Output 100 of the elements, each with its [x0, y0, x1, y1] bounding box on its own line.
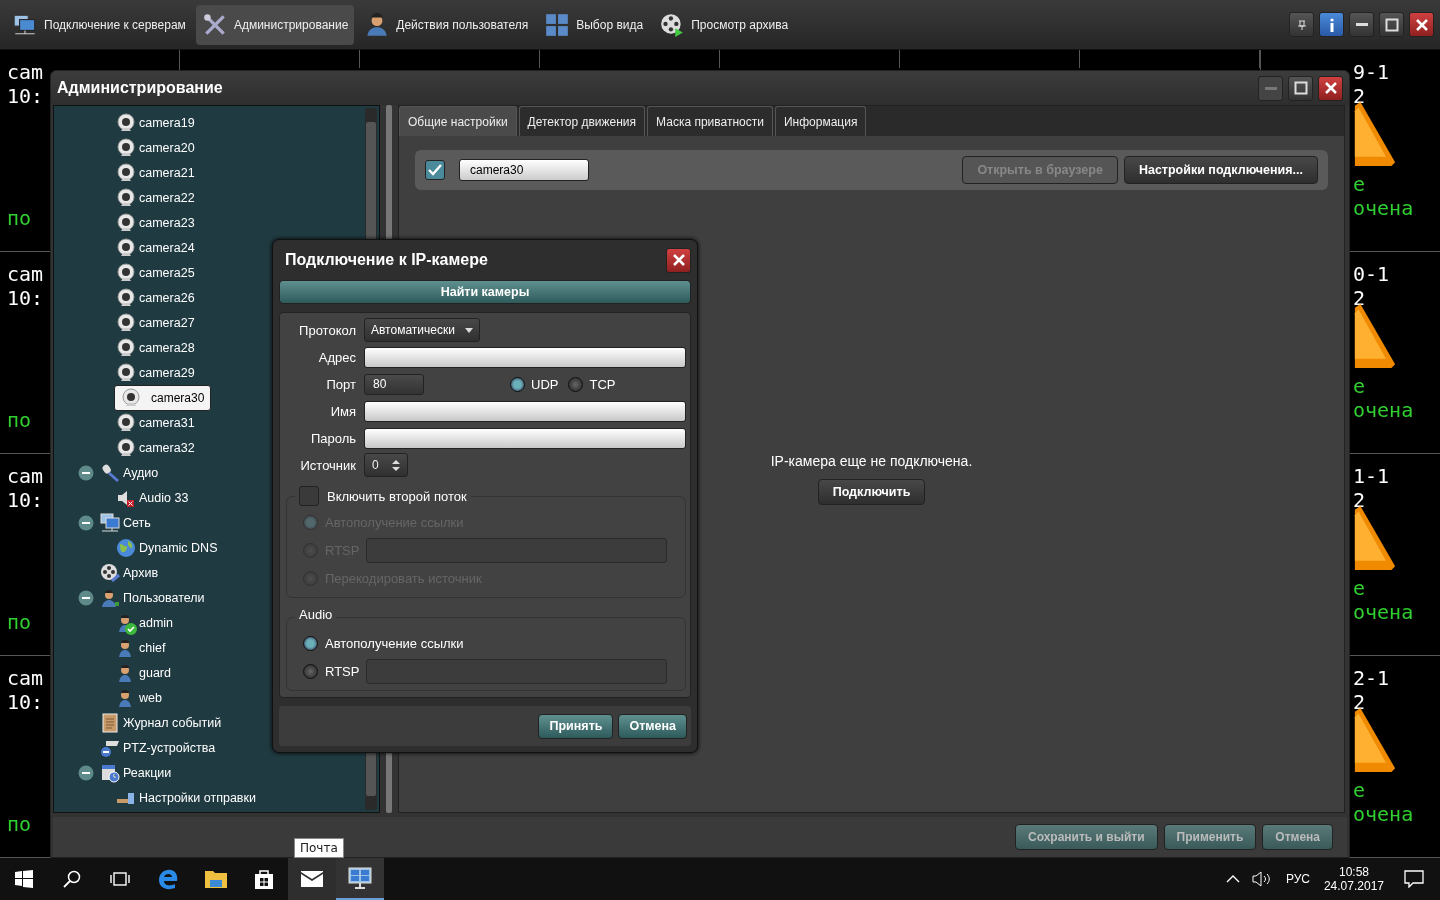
tab[interactable]: Информация — [774, 106, 867, 136]
tree-item[interactable]: camera32 — [114, 436, 197, 459]
address-field[interactable] — [364, 346, 686, 368]
checkbox-label: Включить второй поток — [327, 488, 467, 504]
toolbar-button[interactable]: Действия пользователя — [358, 4, 535, 45]
toolbar-button[interactable]: Администрирование — [195, 4, 355, 45]
tree-item[interactable]: Пользователи — [98, 586, 207, 609]
tree-item[interactable]: Настройки отправки — [114, 786, 258, 809]
tree-item[interactable]: guard — [114, 661, 173, 684]
radio-button[interactable] — [510, 376, 525, 392]
close-button[interactable] — [1409, 12, 1434, 37]
close-icon — [671, 253, 686, 267]
grid-icon — [544, 11, 571, 38]
close-icon — [1323, 81, 1338, 95]
radio-button[interactable] — [303, 635, 318, 651]
toolbar-button[interactable]: Просмотр архива — [653, 4, 795, 45]
tooltip: Почта — [294, 838, 344, 858]
webcam-icon — [121, 387, 141, 408]
tree-item[interactable]: Журнал событий — [98, 711, 224, 734]
info-button[interactable] — [1319, 12, 1344, 37]
language-indicator[interactable]: РУС — [1285, 872, 1310, 886]
field-label: Протокол — [298, 322, 356, 338]
toolbar-button[interactable]: Выбор вида — [538, 4, 650, 45]
tree-item[interactable]: camera24 — [114, 236, 197, 259]
tree-item[interactable]: camera27 — [114, 311, 197, 334]
tree-item[interactable]: PTZ-устройства — [98, 736, 218, 759]
close-button[interactable] — [666, 247, 691, 273]
tree-item[interactable]: camera31 — [114, 411, 197, 434]
chevron-up-icon[interactable] — [1225, 874, 1240, 884]
date[interactable]: 24.07.2017 — [1323, 879, 1384, 893]
tree-item[interactable]: web — [114, 686, 164, 709]
time[interactable]: 10:58 — [1338, 865, 1369, 879]
tree-item[interactable]: admin — [114, 611, 176, 634]
field-label: Адрес — [317, 349, 356, 365]
taskbar-button[interactable] — [336, 858, 384, 900]
tree-item[interactable]: Аудио — [98, 461, 161, 484]
tab[interactable]: Общие настройки — [399, 106, 517, 136]
maximize-button[interactable] — [1288, 75, 1313, 101]
close-button[interactable] — [1318, 75, 1343, 101]
tree-item[interactable]: Audio 33 — [114, 486, 191, 509]
tab[interactable]: Детектор движения — [518, 106, 646, 136]
webcam-icon — [116, 137, 136, 158]
toolbar-button[interactable]: Настройки подключения... — [1123, 156, 1318, 184]
accept-button[interactable]: Принять — [538, 713, 614, 739]
field-label: Порт — [325, 376, 356, 392]
tab[interactable]: Маска приватности — [647, 106, 773, 136]
tree-item[interactable]: Сеть — [98, 511, 153, 534]
checkbox[interactable] — [299, 486, 319, 506]
camera-time: 2 — [1353, 690, 1366, 714]
tree-item[interactable]: camera29 — [114, 361, 197, 384]
tree-item[interactable]: Архив — [98, 561, 161, 584]
tree-item[interactable]: camera28 — [114, 336, 197, 359]
connect-button[interactable]: Подключить — [817, 479, 926, 505]
port-field[interactable]: 80 — [364, 373, 424, 395]
camera-status: по — [7, 206, 32, 230]
tree-item[interactable]: camera19 — [114, 111, 197, 134]
radio-button[interactable] — [303, 663, 318, 679]
maximize-button[interactable] — [1379, 12, 1404, 37]
tree-item[interactable]: camera21 — [114, 161, 197, 184]
camera-name: 1-1 — [1353, 464, 1390, 488]
windows-logo-icon — [15, 870, 33, 888]
tree-item[interactable]: camera26 — [114, 286, 197, 309]
camera-time: 10: — [7, 488, 44, 512]
enable-checkbox[interactable] — [425, 160, 445, 180]
toolbar-button[interactable]: Подключение к серверам — [6, 4, 192, 45]
collapse-icon[interactable] — [78, 464, 94, 481]
speaker-icon[interactable] — [1251, 871, 1272, 887]
password-field[interactable] — [364, 427, 686, 449]
protocol-dropdown[interactable]: Автоматически — [364, 318, 480, 342]
camera-status: очена — [1353, 802, 1414, 826]
tree-item[interactable]: camera25 — [114, 261, 197, 284]
cancel-button[interactable]: Отмена — [618, 713, 687, 739]
field-label: Имя — [329, 403, 356, 419]
taskbar-button[interactable] — [288, 858, 336, 900]
camera-status: по — [7, 610, 32, 634]
webcam-icon — [116, 187, 136, 208]
tree-item[interactable]: Dynamic DNS — [114, 536, 220, 559]
collapse-icon[interactable] — [78, 589, 94, 606]
rtsp-field[interactable] — [366, 658, 667, 684]
tree-item[interactable]: Реакции — [98, 761, 174, 784]
tree-item[interactable]: camera23 — [114, 211, 197, 234]
pin-button[interactable] — [1289, 12, 1314, 37]
collapse-icon[interactable] — [78, 764, 94, 781]
caret-icon — [464, 327, 473, 333]
minimize-button[interactable] — [1349, 12, 1374, 37]
monitors-icon — [100, 512, 120, 533]
radio-label: UDP — [531, 376, 559, 392]
find-cameras-button[interactable]: Найти камеры — [279, 280, 691, 304]
camera-name-field[interactable]: camera30 — [459, 159, 589, 181]
tree-item[interactable]: camera30 — [114, 384, 212, 411]
radio-button[interactable] — [568, 376, 584, 392]
camera-status: е — [1353, 172, 1366, 196]
tree-item[interactable]: camera20 — [114, 136, 197, 159]
collapse-icon[interactable] — [78, 514, 94, 531]
film-reel-icon — [100, 562, 120, 583]
name-field[interactable] — [364, 400, 686, 422]
source-spinbox[interactable]: 0 — [364, 453, 408, 477]
tree-item[interactable]: camera22 — [114, 186, 197, 209]
notifications-icon[interactable] — [1404, 870, 1424, 888]
tree-item[interactable]: chief — [114, 636, 168, 659]
